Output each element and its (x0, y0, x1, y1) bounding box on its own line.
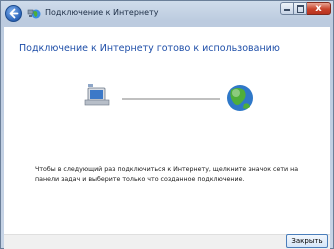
wizard-content: Подключение к Интернету готово к использ… (4, 27, 330, 236)
connection-diagram (84, 84, 253, 111)
window-title: Подключение к Интернету (45, 8, 159, 17)
minimize-button[interactable] (280, 2, 294, 15)
computer-icon (84, 84, 110, 106)
page-title: Подключение к Интернету готово к использ… (19, 43, 280, 54)
globe-icon (227, 85, 253, 111)
footer: Закрыть (4, 234, 330, 248)
back-button[interactable] (5, 5, 22, 22)
title-bar: Подключение к Интернету x (1, 1, 333, 27)
wizard-window: Подключение к Интернету x Подключение к … (0, 0, 334, 249)
close-button[interactable]: Закрыть (286, 234, 328, 248)
maximize-button[interactable] (294, 2, 307, 15)
network-icon (27, 9, 41, 19)
close-window-button[interactable]: x (307, 2, 331, 15)
instruction-text: Чтобы в следующий раз подключиться к Инт… (35, 166, 299, 183)
close-icon: x (315, 3, 322, 14)
back-arrow-icon (9, 8, 19, 19)
caption-buttons: x (280, 2, 331, 16)
